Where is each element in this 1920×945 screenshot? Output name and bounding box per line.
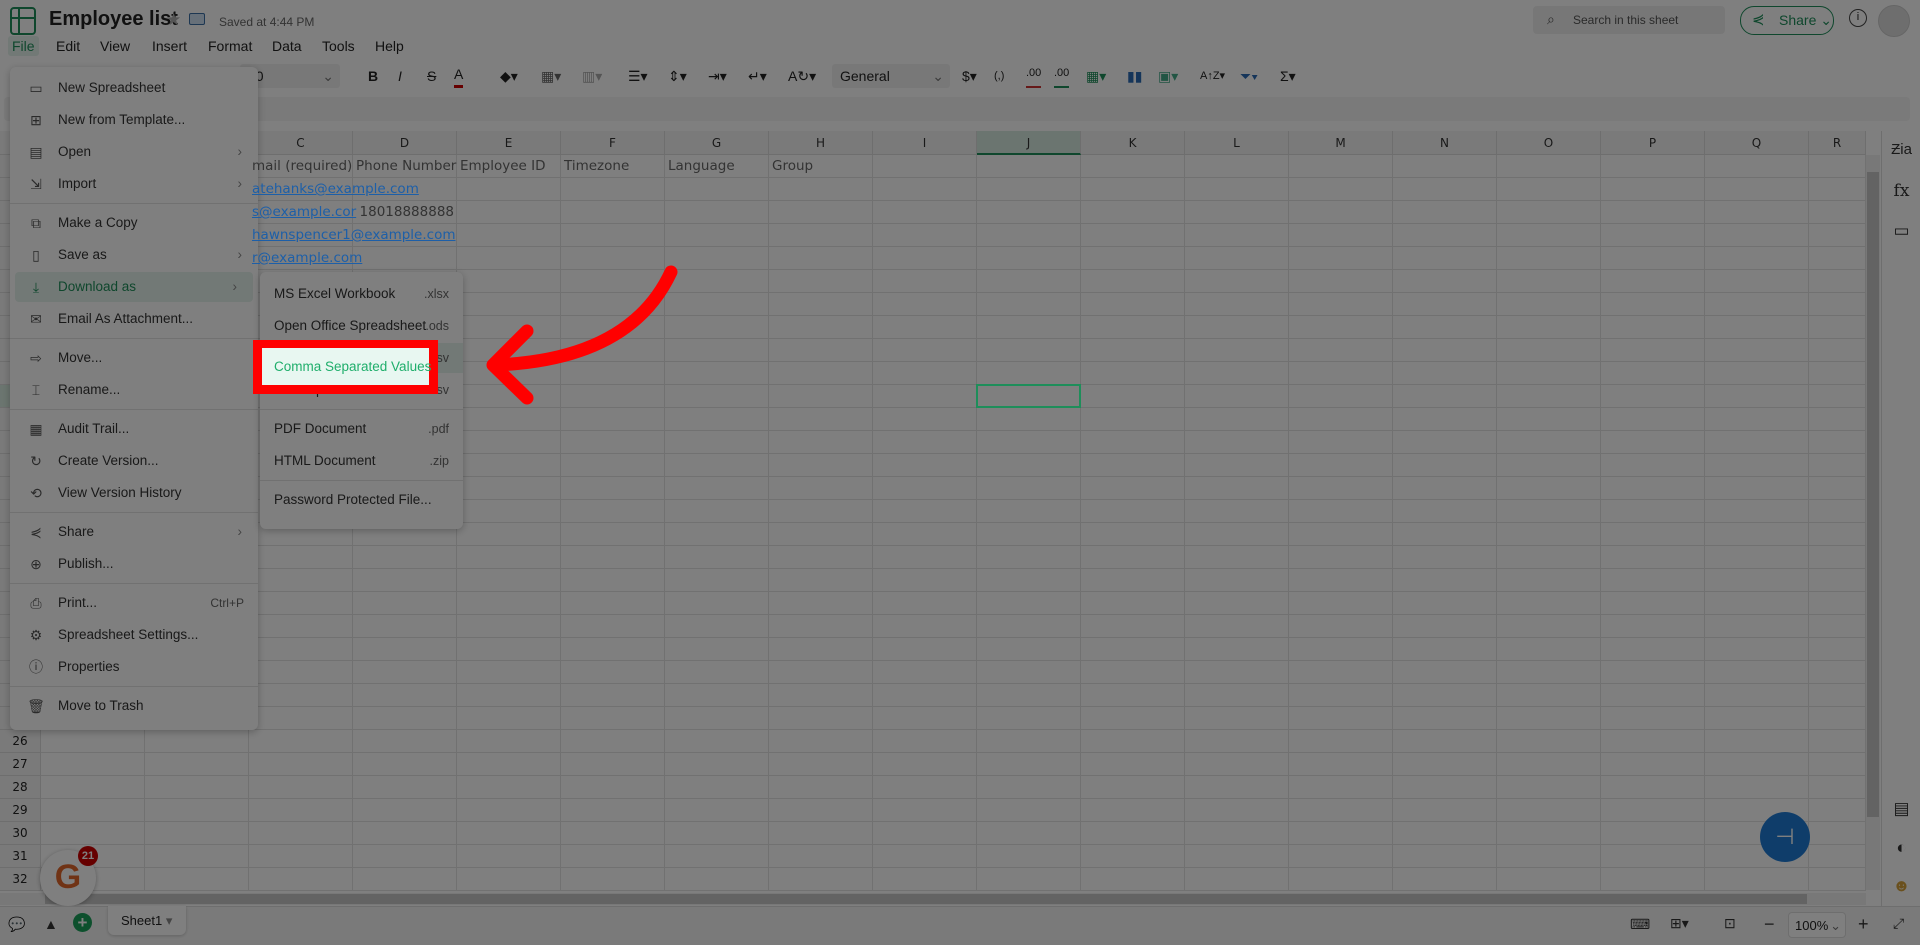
cell-c2[interactable]: atehanks@example.com: [249, 178, 419, 201]
selected-cell[interactable]: [976, 384, 1081, 408]
cell-d1[interactable]: Phone Number: [353, 155, 457, 178]
cell-g1[interactable]: Language: [665, 155, 769, 178]
cell-f1[interactable]: Timezone: [561, 155, 665, 178]
arrow-shaft: [488, 265, 678, 372]
cell-e1[interactable]: Employee ID: [457, 155, 561, 178]
cell-d3[interactable]: 18018888888: [353, 201, 457, 224]
cell-c3[interactable]: s@example.cor: [249, 201, 356, 224]
cell-h1[interactable]: Group: [769, 155, 873, 178]
cell-c5[interactable]: r@example.com: [249, 247, 362, 270]
cell-c4[interactable]: hawnspencer1@example.com: [249, 224, 456, 247]
annotation-arrow: [486, 265, 678, 405]
cell-c1[interactable]: mail (required): [249, 155, 353, 178]
